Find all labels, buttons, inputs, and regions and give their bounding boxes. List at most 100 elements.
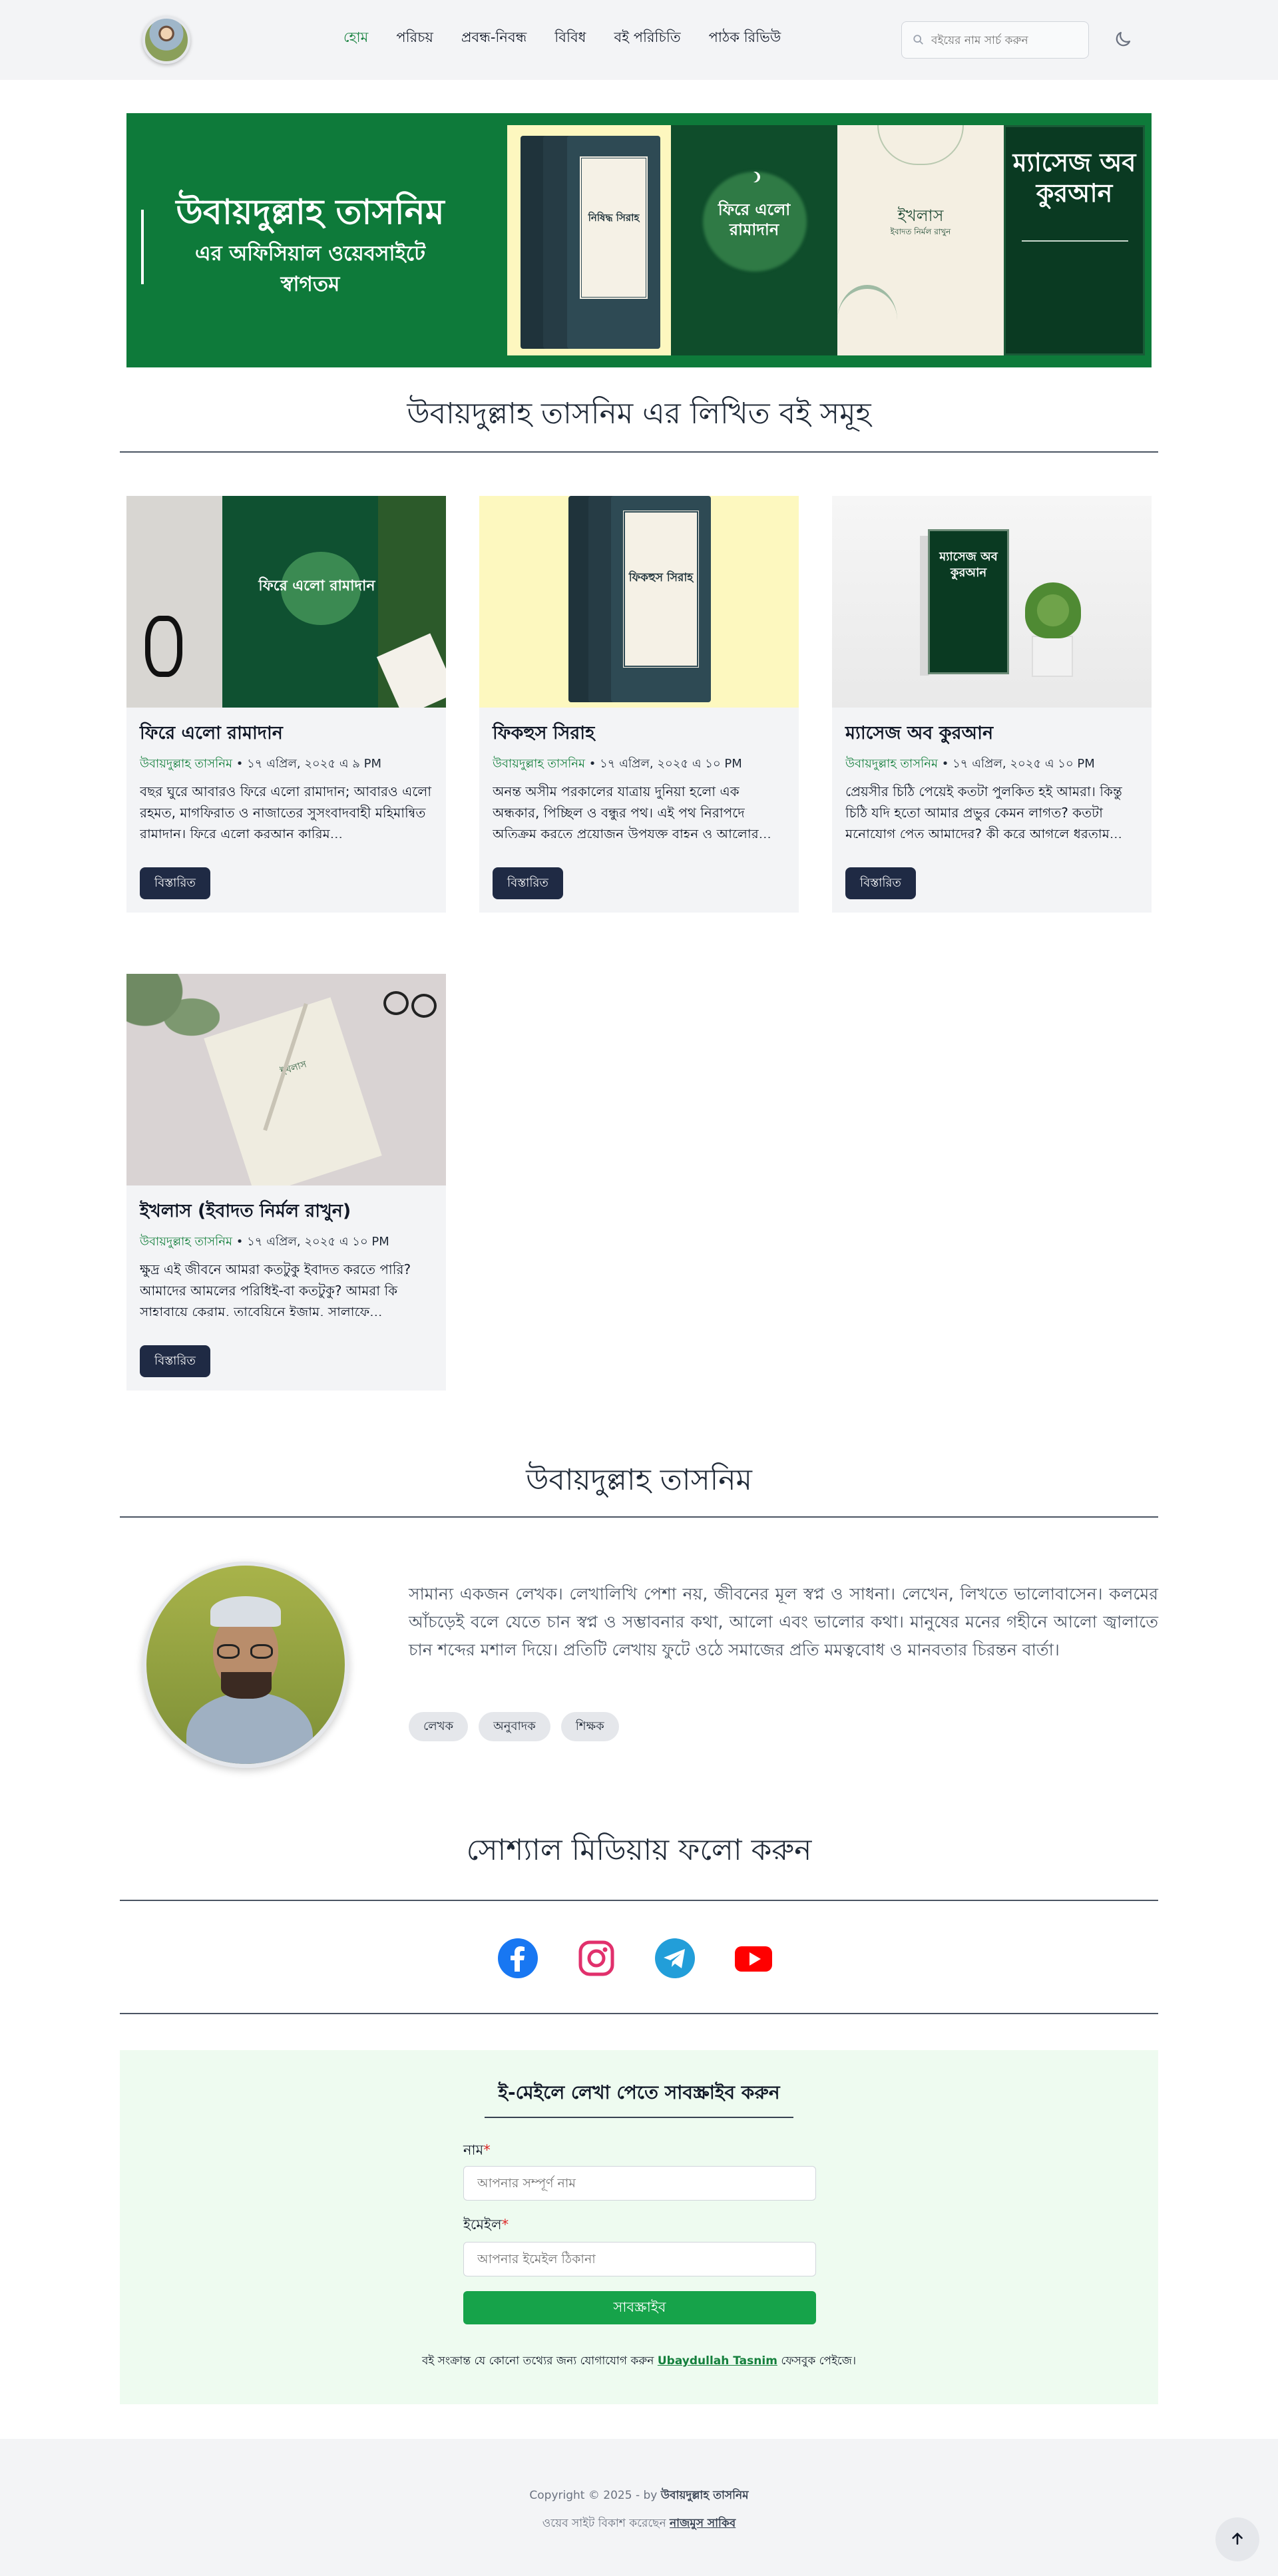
book-card-image[interactable]: ইখলাস <box>126 974 446 1185</box>
book-card-image-title: ফিকহুস সিরাহ <box>628 571 694 584</box>
nav-item-home[interactable]: হোম <box>343 27 368 50</box>
search-box <box>901 21 1089 59</box>
nav-item-books[interactable]: বই পরিচিতি <box>614 27 680 50</box>
book-excerpt: প্রেয়সীর চিঠি পেয়েই কতটা পুলকিত হই আমর… <box>845 783 1122 838</box>
youtube-icon[interactable] <box>732 1937 775 1980</box>
book-title[interactable]: ফিরে এলো রামাদান <box>140 720 283 750</box>
book-date: • ১৭ এপ্রিল, ২০২৫ এ ৯ PM <box>232 757 382 771</box>
tag-translator: অনুবাদক <box>479 1712 550 1741</box>
main-menu: হোম পরিচয় প্রবন্ধ-নিবন্ধ বিবিধ বই পরিচি… <box>343 27 781 50</box>
book-title[interactable]: ম্যাসেজ অব কুরআন <box>845 720 993 750</box>
subscribe-note-text: বই সংক্রান্ত যে কোনো তথ্যের জন্য যোগাযোগ… <box>421 2354 658 2368</box>
hero-cover-quran: ম্যাসেজ অব কুরআন <box>1004 125 1145 355</box>
book-author-link[interactable]: উবায়দুল্লাহ তাসনিম <box>140 757 232 771</box>
about-title: উবায়দুল্লাহ তাসনিম <box>526 1463 752 1497</box>
nav-item-articles[interactable]: প্রবন্ধ-নিবন্ধ <box>461 27 527 50</box>
tag-teacher: শিক্ষক <box>560 1712 619 1741</box>
book-card: ইখলাস ইখলাস (ইবাদত নির্মল রাখুন) উবায়দু… <box>126 974 446 1391</box>
name-label: নাম* <box>463 2139 491 2163</box>
book-date: • ১৭ এপ্রিল, ২০২৫ এ ১০ PM <box>938 757 1095 771</box>
subscribe-button[interactable]: সাবস্ক্রাইব <box>463 2291 816 2324</box>
book-card: ম্যাসেজ অব কুরআন ম্যাসেজ অব কুরআন উবায়দ… <box>832 496 1152 913</box>
subscribe-title: ই-মেইলে লেখা পেতে সাবস্ক্রাইব করুন <box>498 2081 780 2103</box>
site-logo-avatar[interactable] <box>142 16 190 64</box>
book-author-link[interactable]: উবায়দুল্লাহ তাসনিম <box>140 1235 232 1249</box>
nav-item-misc[interactable]: বিবিধ <box>554 27 586 50</box>
instagram-icon[interactable] <box>575 1937 618 1980</box>
moon-icon[interactable] <box>1113 29 1133 49</box>
social-title: সোশ্যাল মিডিয়ায় ফলো করুন <box>466 1833 812 1867</box>
book-excerpt: অনন্ত অসীম পরকালের যাত্রায় দুনিয়া হলো … <box>493 783 771 838</box>
copyright-text: Copyright © 2025 - by <box>529 2489 661 2502</box>
footer-developer: ওয়েব সাইট বিকাশ করেছেন নাজমুস সাকিব <box>0 2515 1278 2533</box>
arrow-up-icon <box>1232 2532 1243 2545</box>
details-button[interactable]: বিস্তারিত <box>493 867 563 899</box>
details-button[interactable]: বিস্তারিত <box>845 867 916 899</box>
about-divider <box>120 1516 1158 1518</box>
search-icon <box>913 35 923 45</box>
hero-cover-ikhlas-subtitle: ইবাদত নির্মল রাখুন <box>890 227 951 236</box>
search-input[interactable] <box>931 30 1080 51</box>
book-meta: উবায়দুল্লাহ তাসনিম • ১৭ এপ্রিল, ২০২৫ এ … <box>140 754 381 775</box>
email-label-text: ইমেইল <box>463 2217 502 2233</box>
hero-subtitle-line1: এর অফিসিয়াল ওয়েবসাইটে <box>194 242 426 266</box>
book-meta: উবায়দুল্লাহ তাসনিম • ১৭ এপ্রিল, ২০২৫ এ … <box>140 1232 389 1253</box>
books-section-divider <box>120 451 1158 453</box>
hero-divider <box>141 210 144 284</box>
email-field[interactable] <box>463 2242 816 2276</box>
subscribe-note-suffix: ফেসবুক পেইজে। <box>777 2354 857 2368</box>
nav-item-intro[interactable]: পরিচয় <box>396 27 433 50</box>
details-button[interactable]: বিস্তারিত <box>140 867 210 899</box>
name-field[interactable] <box>463 2166 816 2201</box>
hero-book-covers: নিষিদ্ধ সিরাহ ফিরে এলো রামাদান ইখলাস ইবা… <box>507 125 1145 355</box>
hero-cover-ikhlas: ইখলাস ইবাদত নির্মল রাখুন <box>837 125 1004 355</box>
hero-banner: উবায়দুল্লাহ তাসনিম এর অফিসিয়াল ওয়েবসা… <box>126 113 1152 367</box>
hero-subtitle-line2: স্বাগতম <box>280 272 340 296</box>
book-meta: উবায়দুল্লাহ তাসনিম • ১৭ এপ্রিল, ২০২৫ এ … <box>845 754 1095 775</box>
scroll-to-top-button[interactable] <box>1215 2517 1259 2561</box>
social-links <box>497 1937 775 1980</box>
book-title[interactable]: ইখলাস (ইবাদত নির্মল রাখুন) <box>140 1197 351 1227</box>
facebook-page-link[interactable]: Ubaydullah Tasnim <box>658 2354 777 2368</box>
book-excerpt: বছর ঘুরে আবারও ফিরে এলো রামাদান; আবারও এ… <box>140 783 432 838</box>
hero-cover-sirah: নিষিদ্ধ সিরাহ <box>507 125 671 355</box>
social-divider-top <box>120 1900 1158 1901</box>
about-tags: লেখক অনুবাদক শিক্ষক <box>409 1712 619 1741</box>
book-author-link[interactable]: উবায়দুল্লাহ তাসনিম <box>845 757 938 771</box>
developer-link[interactable]: নাজমুস সাকিব <box>670 2517 736 2530</box>
book-date: • ১৭ এপ্রিল, ২০২৫ এ ১০ PM <box>232 1235 389 1249</box>
email-label: ইমেইল* <box>463 2214 509 2237</box>
book-card-image[interactable]: ফিকহুস সিরাহ <box>479 496 799 708</box>
telegram-icon[interactable] <box>654 1937 696 1980</box>
book-date: • ১৭ এপ্রিল, ২০২৫ এ ১০ PM <box>585 757 742 771</box>
details-button[interactable]: বিস্তারিত <box>140 1345 210 1377</box>
subscribe-underline <box>485 2117 793 2118</box>
hero-cover-ramadan: ফিরে এলো রামাদান <box>671 125 837 355</box>
required-mark: * <box>483 2142 491 2158</box>
book-title[interactable]: ফিকহুস সিরাহ <box>493 720 594 750</box>
book-meta: উবায়দুল্লাহ তাসনিম • ১৭ এপ্রিল, ২০২৫ এ … <box>493 754 742 775</box>
developer-text: ওয়েব সাইট বিকাশ করেছেন <box>542 2517 670 2530</box>
book-card-image[interactable]: ম্যাসেজ অব কুরআন <box>832 496 1152 708</box>
book-card: ফিরে এলো রামাদান ফিরে এলো রামাদান উবায়দ… <box>126 496 446 913</box>
facebook-icon[interactable] <box>497 1937 539 1980</box>
about-text: সামান্য একজন লেখক। লেখালিখি পেশা নয়, জী… <box>409 1584 1158 1659</box>
book-card-image-title: ফিরে এলো রামাদান <box>258 578 375 594</box>
book-card-image[interactable]: ফিরে এলো রামাদান <box>126 496 446 708</box>
book-card-image-title: ম্যাসেজ অব কুরআন <box>939 550 998 580</box>
social-divider-bottom <box>120 2013 1158 2014</box>
hero-cover-sirah-title: নিষিদ্ধ সিরাহ <box>588 212 640 224</box>
books-section-title: উবায়দুল্লাহ তাসনিম এর লিখিত বই সমূহ <box>407 397 871 431</box>
footer-owner: উবায়দুল্লাহ তাসনিম <box>660 2489 749 2502</box>
nav-item-reviews[interactable]: পাঠক রিভিউ <box>709 27 781 50</box>
author-photo <box>142 1562 349 1768</box>
hero-cover-quran-title: ম্যাসেজ অব কুরআন <box>1012 148 1136 208</box>
footer-copyright: Copyright © 2025 - by উবায়দুল্লাহ তাসনি… <box>0 2487 1278 2505</box>
required-mark: * <box>501 2217 509 2233</box>
subscribe-note: বই সংক্রান্ত যে কোনো তথ্যের জন্য যোগাযোগ… <box>120 2352 1158 2371</box>
footer: Copyright © 2025 - by উবায়দুল্লাহ তাসনি… <box>0 2439 1278 2576</box>
book-excerpt: ক্ষুদ্র এই জীবনে আমরা কতটুকু ইবাদত করতে … <box>140 1261 411 1316</box>
tag-writer: লেখক <box>409 1712 469 1741</box>
hero-title: উবায়দুল্লাহ তাসনিম <box>176 192 445 232</box>
book-author-link[interactable]: উবায়দুল্লাহ তাসনিম <box>493 757 585 771</box>
